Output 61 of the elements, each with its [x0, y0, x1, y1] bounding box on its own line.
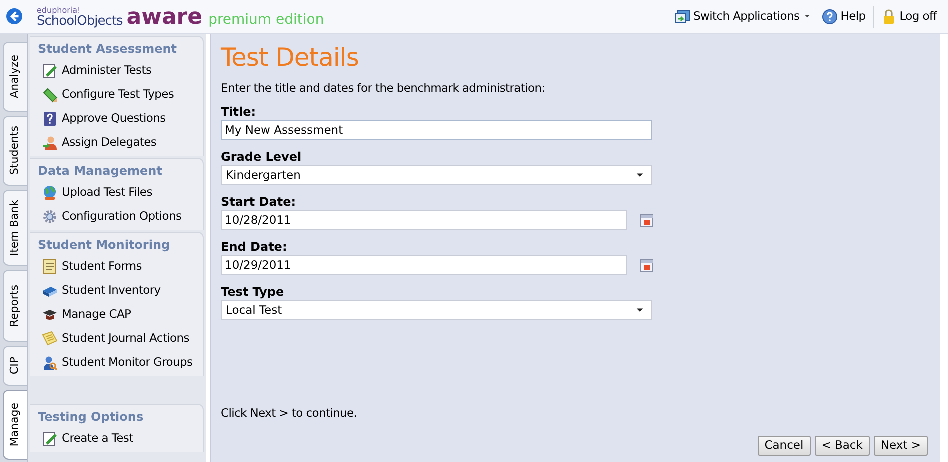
wizard-button[interactable]: Cancel [758, 436, 811, 456]
field-label: Start Date: [221, 195, 298, 210]
logo-product: aware [126, 8, 203, 28]
menu-item[interactable]: Approve Questions [38, 110, 195, 128]
date-field[interactable]: 10/28/2011 [221, 210, 627, 230]
help-link[interactable]: Help [818, 6, 869, 28]
pencil-paper-icon [42, 63, 58, 79]
menu-item[interactable]: Manage CAP [38, 306, 195, 324]
windows-icon [674, 8, 690, 24]
menu-item[interactable]: Create a Test [38, 430, 195, 448]
field-label: End Date: [221, 240, 288, 254]
people-search-icon [42, 355, 58, 371]
menu-item[interactable]: Assign Delegates [38, 134, 195, 152]
menu-item[interactable]: Student Inventory [38, 282, 195, 300]
dropdown[interactable]: Local Test [221, 300, 652, 320]
calendar-icon [639, 257, 655, 274]
graduation-cap-icon [42, 307, 58, 323]
help-icon [822, 8, 838, 24]
field-label: Grade Level [221, 150, 303, 164]
menu-item[interactable]: Configure Test Types [38, 86, 195, 104]
menu-item[interactable]: Student Forms [38, 258, 195, 276]
person-icon [42, 135, 58, 151]
menu-item[interactable]: Student Journal Actions [38, 330, 195, 348]
side-tab[interactable]: Item Bank [3, 190, 27, 266]
section-heading: Student Assessment [38, 41, 178, 58]
question-icon [42, 111, 58, 127]
side-tab[interactable]: CIP [3, 346, 27, 386]
menu-item[interactable]: Administer Tests [38, 62, 195, 80]
side-tab[interactable]: Analyze [3, 42, 27, 112]
logo-name: SchoolObjects [37, 15, 123, 28]
section-heading: Data Management [38, 163, 164, 180]
menu-item[interactable]: Student Monitor Groups [38, 354, 195, 372]
side-tab[interactable]: Reports [3, 270, 27, 342]
dropdown[interactable]: Kindergarten [221, 165, 652, 186]
globe-icon [42, 185, 58, 201]
gear-icon [42, 209, 58, 225]
date-field[interactable]: 10/29/2011 [221, 255, 627, 276]
calendar-icon [639, 212, 655, 228]
field-label: Test Type [221, 285, 286, 300]
pencil-icon [42, 87, 58, 103]
wizard-button[interactable]: Next > [874, 436, 928, 456]
pencil-paper-icon [42, 431, 58, 447]
instructions-text: Enter the title and dates for the benchmark administration: [221, 80, 546, 97]
form-icon [42, 259, 58, 275]
side-tab[interactable]: Students [3, 116, 27, 186]
side-tab[interactable]: Manage [3, 390, 27, 460]
hint-text: Click Next > to continue. [221, 404, 358, 422]
notepad-icon [42, 331, 58, 347]
text-field[interactable]: My New Assessment [221, 120, 652, 140]
logoff-link[interactable]: Log off [878, 6, 940, 28]
back-icon [6, 8, 23, 25]
wizard-button[interactable]: < Back [814, 436, 870, 456]
edition-label: premium edition [208, 12, 324, 28]
switch-link[interactable]: Switch Applications [672, 6, 815, 28]
section-heading: Student Monitoring [38, 237, 172, 254]
page-title: Test Details [221, 44, 360, 72]
field-label: Title: [221, 105, 258, 120]
menu-item[interactable]: Upload Test Files [38, 184, 195, 202]
logo-tagline: eduphoria! [37, 7, 82, 15]
menu-item[interactable]: Configuration Options [38, 208, 195, 226]
section-heading: Testing Options [38, 409, 145, 426]
